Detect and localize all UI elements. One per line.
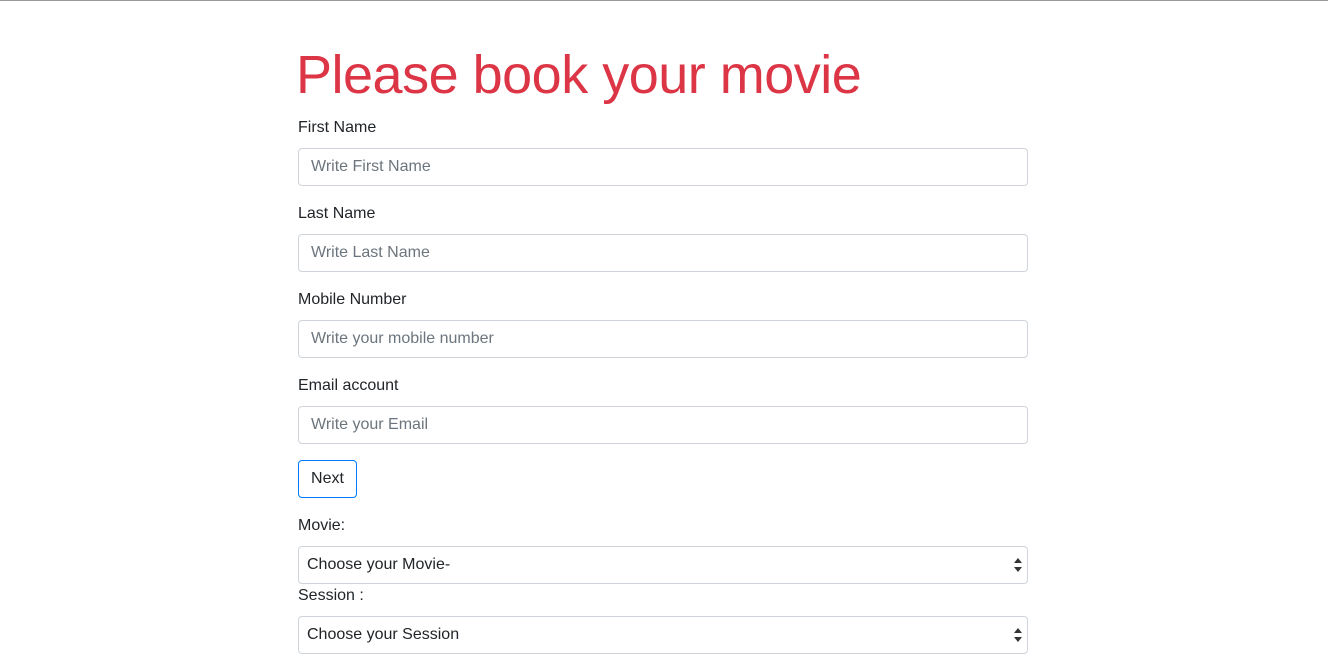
movie-select[interactable]: Choose your Movie- (298, 546, 1028, 584)
updown-chevron-icon (1014, 558, 1022, 572)
first-name-input[interactable] (298, 148, 1028, 186)
first-name-label: First Name (298, 119, 377, 136)
session-select[interactable]: Choose your Session (298, 616, 1028, 654)
last-name-input[interactable] (298, 234, 1028, 272)
mobile-number-input[interactable] (298, 320, 1028, 358)
page-title: Please book your movie (296, 45, 862, 105)
mobile-number-label: Mobile Number (298, 291, 407, 308)
session-select-value: Choose your Session (307, 626, 460, 643)
movie-label: Movie: (298, 517, 346, 534)
movie-select-value: Choose your Movie- (307, 556, 451, 573)
email-input[interactable] (298, 406, 1028, 444)
session-label: Session : (298, 587, 364, 604)
last-name-label: Last Name (298, 205, 376, 222)
email-label: Email account (298, 377, 399, 394)
top-border-line (0, 0, 1328, 1)
updown-chevron-icon (1014, 628, 1022, 642)
next-button[interactable]: Next (298, 460, 357, 498)
